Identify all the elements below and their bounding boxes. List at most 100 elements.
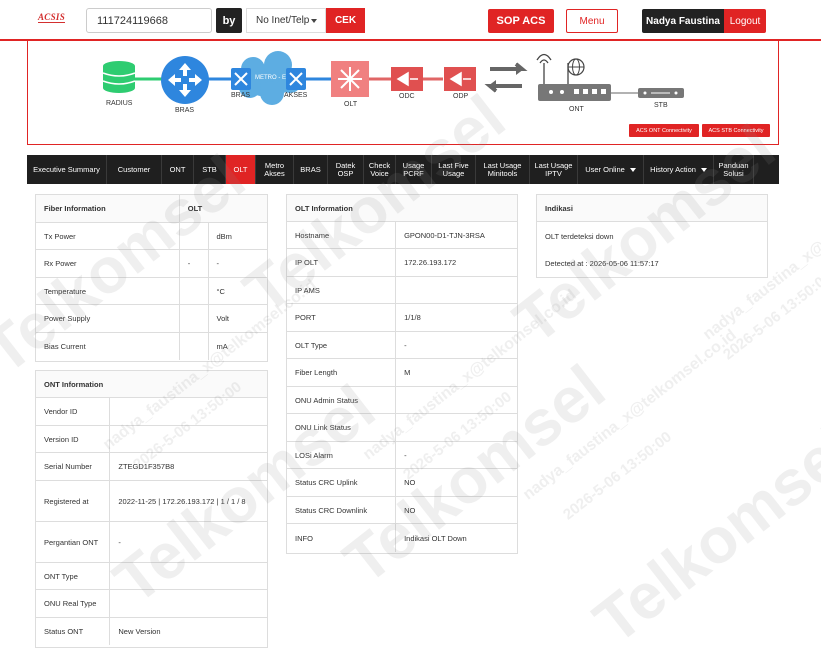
olt-value	[396, 387, 517, 413]
olt-row: ONU Link Status	[287, 414, 517, 442]
user-name-badge: Nadya Faustina	[642, 9, 724, 33]
ont-label: Version ID	[36, 426, 111, 452]
tab-history-action[interactable]: History Action	[644, 155, 714, 184]
olt-label: IP OLT	[287, 249, 397, 276]
tab-label: Usage PCRF	[402, 160, 425, 178]
tab-stb[interactable]: STB	[194, 155, 226, 184]
switch-icon	[231, 68, 251, 90]
metro-label: METRO - E	[255, 75, 286, 81]
page: ACSIS by No Inet/Telp CEK SOP ACS Menu N…	[0, 0, 821, 650]
olt-label: ONU Link Status	[287, 414, 397, 441]
tab-metro-akses[interactable]: Metro Akses	[256, 155, 294, 184]
fiber-label: Power Supply	[36, 305, 180, 332]
tab-last-usage-minitools[interactable]: Last Usage Minitools	[476, 155, 530, 184]
bras-label: BRAS	[175, 107, 195, 114]
olt-row: Status CRC Uplink NO	[287, 469, 517, 497]
tab-panduan-solusi[interactable]: Panduan Solusi	[714, 155, 754, 184]
olt-value	[396, 277, 517, 303]
fiber-header-row: Fiber Information OLT	[36, 195, 267, 223]
olt-row: Hostname GPON00-D1-TJN-3RSA	[287, 222, 517, 249]
fiber-value: -	[180, 250, 209, 277]
akses-label: AKSES	[284, 92, 308, 99]
olt-value: 1/1/8	[404, 313, 421, 322]
tab-usage-pcrf[interactable]: Usage PCRF	[396, 155, 432, 184]
tab-label: Last Usage IPTV	[534, 160, 573, 178]
tab-customer[interactable]: Customer	[107, 155, 162, 184]
tab-label: BRAS	[300, 164, 321, 174]
indikasi-detected-at: Detected at : 2026-05-06 11:57:17	[545, 259, 659, 268]
by-label: by	[216, 8, 242, 33]
tab-label: ONT	[169, 164, 186, 174]
watermark-date: 2026-5-06 13:50:00	[720, 268, 821, 364]
fiber-row: Tx Power dBm	[36, 223, 267, 250]
ont-value: New Version	[118, 627, 161, 636]
ont-label: ONU Real Type	[36, 590, 111, 617]
bras-metro-label: BRAS	[231, 92, 251, 99]
fiber-row: Rx Power - -	[36, 250, 267, 278]
acs-stb-connectivity-button[interactable]: ACS STB Connectivity	[702, 124, 770, 137]
olt-value: NO	[404, 505, 416, 515]
ont-value	[110, 426, 267, 452]
fiber-header-title: Fiber Information	[36, 195, 180, 222]
indikasi-panel: Indikasi OLT terdeteksi down Detected at…	[536, 194, 768, 278]
fiber-row: Temperature °C	[36, 278, 267, 305]
watermark-brand: Telkomsel	[580, 410, 821, 650]
olt-label: Status CRC Uplink	[287, 469, 397, 496]
tab-executive-summary[interactable]: Executive Summary	[27, 155, 107, 184]
tab-label: Executive Summary	[33, 164, 100, 174]
olt-row: INFO Indikasi OLT Down	[287, 524, 517, 552]
ont-label: Serial Number	[36, 453, 111, 480]
olt-row: IP OLT 172.26.193.172	[287, 249, 517, 277]
olt-information-title: OLT Information	[287, 195, 517, 222]
olt-label: PORT	[287, 304, 397, 331]
olt-label: INFO	[287, 524, 397, 552]
acsis-logo[interactable]: ACSIS	[38, 12, 66, 23]
sop-acs-button[interactable]: SOP ACS	[488, 9, 554, 33]
olt-label: IP AMS	[287, 277, 397, 303]
tab-bras[interactable]: BRAS	[294, 155, 328, 184]
tab-label: Check Voice	[368, 160, 391, 178]
ont-value	[110, 590, 267, 617]
network-topology: RADIUS BRAS BRAS METRO - E AKSES OLT ODC…	[27, 41, 779, 145]
tab-ont[interactable]: ONT	[162, 155, 194, 184]
tab-last-five-usage[interactable]: Last Five Usage	[432, 155, 476, 184]
olt-value: Indikasi OLT Down	[404, 533, 467, 543]
fiber-value	[180, 278, 209, 304]
tab-last-usage-iptv[interactable]: Last Usage IPTV	[530, 155, 578, 184]
ont-value: -	[118, 537, 121, 547]
ont-row: Pergantian ONT -	[36, 522, 267, 563]
tab-label: Customer	[117, 164, 151, 174]
search-type-select[interactable]: No Inet/Telp	[246, 8, 326, 33]
chevron-down-icon	[311, 19, 317, 23]
ont-information-panel: ONT Information Vendor ID Version ID Seria…	[35, 370, 268, 648]
tab-datek-osp[interactable]: Datek OSP	[328, 155, 364, 184]
fiber-label: Temperature	[36, 278, 180, 304]
tab-check-voice[interactable]: Check Voice	[364, 155, 396, 184]
tab-olt[interactable]: OLT	[226, 155, 256, 184]
search-input[interactable]	[86, 8, 212, 33]
tab-label: Metro Akses	[264, 160, 285, 178]
logout-button[interactable]: Logout	[724, 9, 766, 33]
odc-icon	[391, 67, 423, 91]
fiber-value	[180, 333, 209, 360]
fiber-value: -	[216, 259, 220, 268]
menu-button[interactable]: Menu	[566, 9, 618, 33]
indikasi-title: Indikasi	[537, 195, 767, 222]
stb-label: STB	[654, 102, 668, 109]
fiber-label: Tx Power	[36, 223, 180, 249]
cek-button[interactable]: CEK	[326, 8, 365, 33]
ont-row: Status ONT New Version	[36, 618, 267, 645]
olt-information-panel: OLT Information Hostname GPON00-D1-TJN-3R…	[286, 194, 518, 554]
ont-value	[110, 563, 267, 589]
ont-row: Serial Number ZTEGD1F357B8	[36, 453, 267, 481]
olt-row: LOSi Alarm -	[287, 442, 517, 469]
tab-user-online[interactable]: User Online	[578, 155, 644, 184]
fiber-value: mA	[216, 342, 228, 351]
stb-device-icon	[638, 88, 684, 98]
ont-row: Vendor ID	[36, 398, 267, 426]
fiber-value: Volt	[216, 314, 230, 323]
ont-value: ZTEGD1F357B8	[118, 462, 175, 471]
olt-row: Fiber Length M	[287, 359, 517, 387]
ont-label: Pergantian ONT	[36, 522, 111, 562]
acs-ont-connectivity-button[interactable]: ACS ONT Connectivity	[629, 124, 699, 137]
